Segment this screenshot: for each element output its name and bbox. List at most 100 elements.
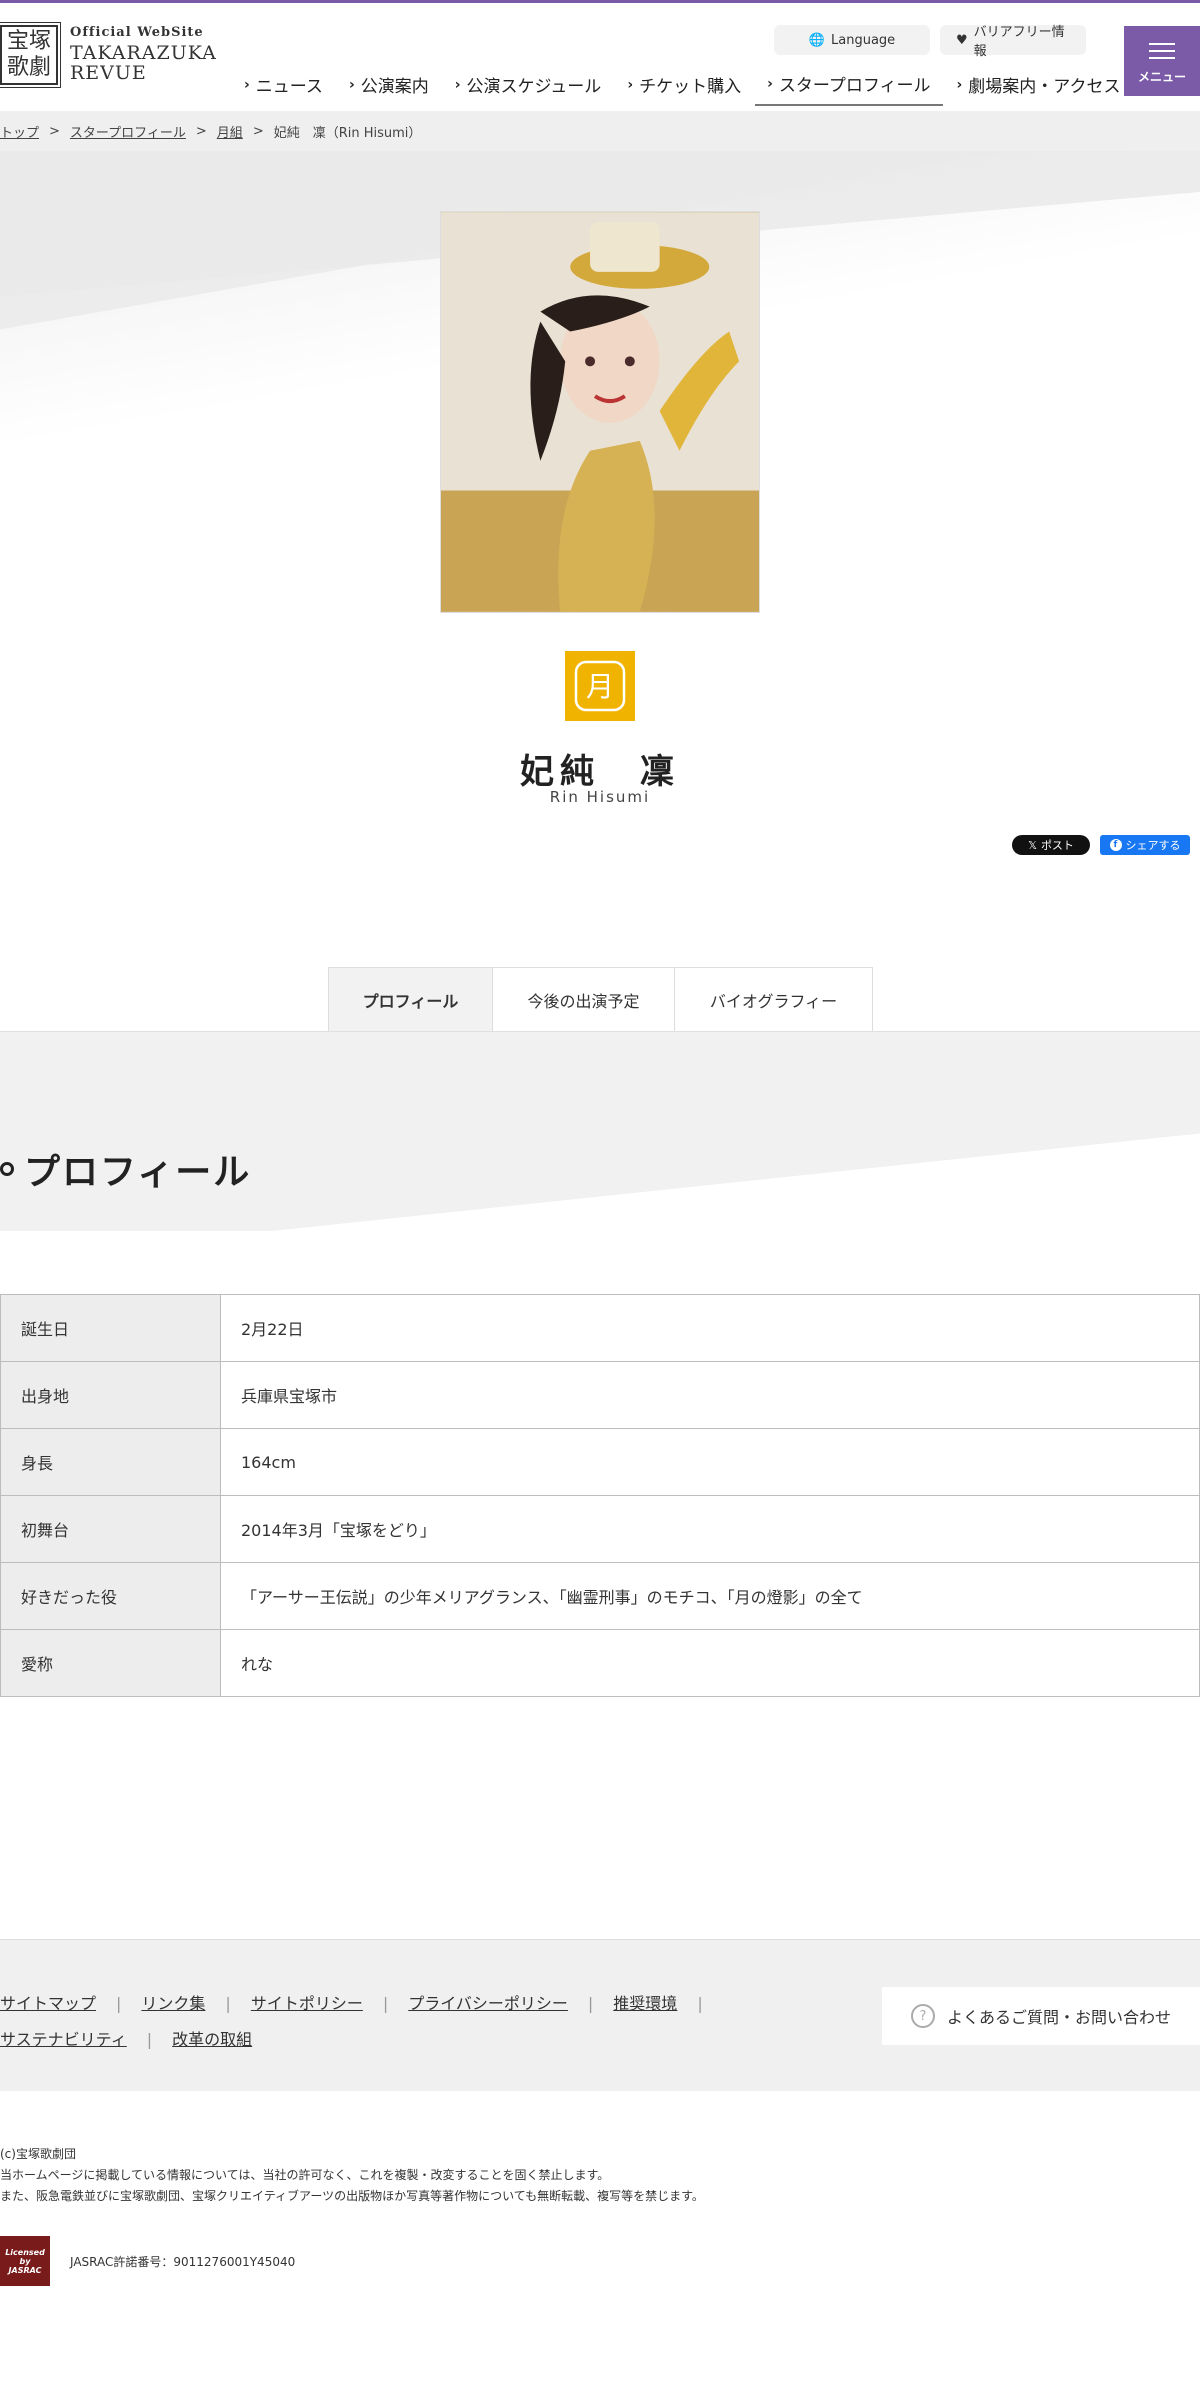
tab-upcoming-performances[interactable]: 今後の出演予定 <box>493 967 675 1031</box>
logo-subtitle: Official WebSite <box>70 25 204 41</box>
table-row: 出身地 兵庫県宝塚市 <box>0 1361 1200 1429</box>
site-logo[interactable]: 宝塚 歌劇 Official WebSite TAKARAZUKA REVUE <box>0 22 217 88</box>
row-value: 2月22日 <box>220 1294 1200 1362</box>
footer-link-links[interactable]: リンク集 <box>141 1994 205 2013</box>
jasrac-number: JASRAC許諾番号：9011276001Y45040 <box>70 2254 296 2269</box>
breadcrumb-star-profile[interactable]: スタープロフィール <box>70 122 186 141</box>
nav-item-theater-access[interactable]: › 劇場案内・アクセス <box>945 71 1133 106</box>
menu-button[interactable]: メニュー <box>1124 26 1200 96</box>
divider: | <box>587 1994 594 2013</box>
logo-title-line2: REVUE <box>70 61 147 84</box>
nav-label: 劇場案内・アクセス <box>968 77 1121 97</box>
jasrac-logo-text: Licensed by JASRAC <box>5 2247 45 2275</box>
chevron-right-icon: › <box>244 76 250 93</box>
footer-links-row1: サイトマップ | リンク集 | サイトポリシー | プライバシーポリシー | 推奨環境 | <box>0 1986 760 2022</box>
chevron-right-icon: › <box>956 76 963 93</box>
faq-contact-label: よくあるご質問・お問い合わせ <box>946 2008 1171 2027</box>
divider: | <box>225 1994 231 2013</box>
row-value: 兵庫県宝塚市 <box>220 1361 1200 1429</box>
footer-link-privacy[interactable]: プライバシーポリシー <box>408 1994 568 2013</box>
question-icon: ? <box>910 2004 935 2028</box>
chevron-right-icon: › <box>454 76 461 93</box>
nav-label: 公演案内 <box>360 77 429 97</box>
x-icon: 𝕏 <box>1028 838 1037 852</box>
tab-biography[interactable]: バイオグラフィー <box>675 967 873 1031</box>
breadcrumb-top[interactable]: トップ <box>0 122 39 141</box>
facebook-share-button[interactable]: f シェアする <box>1100 835 1190 855</box>
facebook-icon: f <box>1109 839 1122 851</box>
profile-table: 誕生日 2月22日 出身地 兵庫県宝塚市 身長 164cm 初舞台 2014年3月「宝塚… <box>0 1294 1200 1697</box>
profile-title-text: プロフィール <box>24 1152 252 1193</box>
logo-title-line1: TAKARAZUKA <box>70 41 217 64</box>
row-label: 好きだった役 <box>0 1562 221 1630</box>
moon-troupe-icon: 月 <box>574 660 626 712</box>
divider: | <box>697 1994 703 2013</box>
barrier-free-label: バリアフリー情報 <box>973 25 1065 59</box>
chevron-right-icon: › <box>348 76 355 93</box>
footer-links-row2: サステナビリティ | 改革の取組 <box>0 2022 760 2058</box>
nav-item-star-profile[interactable]: › スタープロフィール <box>755 71 943 106</box>
nav-label: チケット購入 <box>639 77 742 97</box>
table-row: 誕生日 2月22日 <box>0 1294 1200 1362</box>
footer-link-sitemap[interactable]: サイトマップ <box>0 1994 96 2013</box>
jasrac-logo: Licensed by JASRAC <box>0 2236 50 2286</box>
star-hero: 月 妃純 凜 Rin Hisumi 𝕏 ポスト f シェアする <box>0 151 1200 931</box>
logo-mark-text: 宝塚 歌劇 <box>6 29 51 80</box>
site-header: 宝塚 歌劇 Official WebSite TAKARAZUKA REVUE … <box>0 3 1200 111</box>
star-name: 妃純 凜 <box>520 752 680 792</box>
faq-contact-button[interactable]: ? よくあるご質問・お問い合わせ <box>882 1987 1200 2045</box>
nav-item-performance[interactable]: › 公演案内 <box>337 71 441 106</box>
row-value: 164cm <box>220 1428 1200 1496</box>
circle-bullet-icon <box>0 1162 14 1176</box>
footer-link-site-policy[interactable]: サイトポリシー <box>251 1994 363 2013</box>
nav-label: スタープロフィール <box>778 76 931 96</box>
row-label: 身長 <box>0 1428 221 1496</box>
footer-links: サイトマップ | リンク集 | サイトポリシー | プライバシーポリシー | 推奨環境 | サステ… <box>0 1939 1200 2091</box>
breadcrumb: トップ > スタープロフィール > 月組 > 妃純 凜（Rin Hisumi） <box>0 111 1200 151</box>
row-label: 愛称 <box>0 1629 221 1697</box>
footer-link-environment[interactable]: 推奨環境 <box>613 1994 677 2013</box>
row-label: 誕生日 <box>0 1294 221 1362</box>
globe-icon: 🌐 <box>808 32 826 48</box>
nav-item-news[interactable]: › ニュース <box>232 71 335 106</box>
x-post-button[interactable]: 𝕏 ポスト <box>1012 835 1090 855</box>
chevron-right-icon: › <box>627 76 634 93</box>
profile-section-band <box>0 1031 1200 1231</box>
portrait-illustration <box>441 212 759 612</box>
divider: | <box>116 1994 122 2013</box>
divider: | <box>382 1994 389 2013</box>
row-value: 2014年3月「宝塚をどり」 <box>220 1495 1200 1563</box>
barrier-free-button[interactable]: ♥ バリアフリー情報 <box>940 25 1086 59</box>
footer-link-reform[interactable]: 改革の取組 <box>172 2030 252 2049</box>
tab-profile[interactable]: プロフィール <box>328 967 493 1031</box>
table-row: 好きだった役 「アーサー王伝説」の少年メリアグランス、「幽霊刑事」のモチコ、「月の… <box>0 1562 1200 1630</box>
language-button[interactable]: 🌐 Language <box>774 25 930 55</box>
breadcrumb-separator: > <box>195 123 207 139</box>
x-post-label: ポスト <box>1040 839 1074 852</box>
breadcrumb-current: 妃純 凜（Rin Hisumi） <box>273 125 422 141</box>
global-nav: › ニュース › 公演案内 › 公演スケジュール › チケット購入 › スタープロフィール… <box>232 71 1134 106</box>
share-buttons: 𝕏 ポスト f シェアする <box>1012 835 1190 855</box>
language-label: Language <box>831 32 896 48</box>
profile-tabs: プロフィール 今後の出演予定 バイオグラフィー <box>328 967 873 1031</box>
star-portrait <box>440 211 760 613</box>
table-row: 身長 164cm <box>0 1428 1200 1496</box>
nav-label: 公演スケジュール <box>466 77 602 97</box>
row-value: れな <box>220 1629 1200 1697</box>
logo-mark: 宝塚 歌劇 <box>0 22 61 88</box>
copyright-notice-1: 当ホームページに掲載している情報については、当社の許可なく、これを複製・改変する… <box>0 2168 610 2182</box>
nav-item-tickets[interactable]: › チケット購入 <box>615 71 753 106</box>
nav-label: ニュース <box>255 77 323 97</box>
table-row: 愛称 れな <box>0 1629 1200 1697</box>
row-label: 出身地 <box>0 1361 221 1429</box>
troupe-moon-badge: 月 <box>565 651 635 721</box>
footer-link-list: サイトマップ | リンク集 | サイトポリシー | プライバシーポリシー | 推奨環境 | サステ… <box>0 1986 760 2058</box>
footer-link-sustainability[interactable]: サステナビリティ <box>0 2030 127 2049</box>
breadcrumb-troupe[interactable]: 月組 <box>217 122 243 141</box>
profile-section-title: プロフィール <box>0 1143 251 1195</box>
menu-label: メニュー <box>1137 69 1186 84</box>
nav-item-schedule[interactable]: › 公演スケジュール <box>443 71 614 106</box>
heart-icon: ♥ <box>956 32 968 48</box>
footer-copyright: (c)宝塚歌劇団 当ホームページに掲載している情報については、当社の許可なく、こ… <box>0 2144 704 2207</box>
utility-links: 🌐 Language ♥ バリアフリー情報 <box>774 25 1086 59</box>
